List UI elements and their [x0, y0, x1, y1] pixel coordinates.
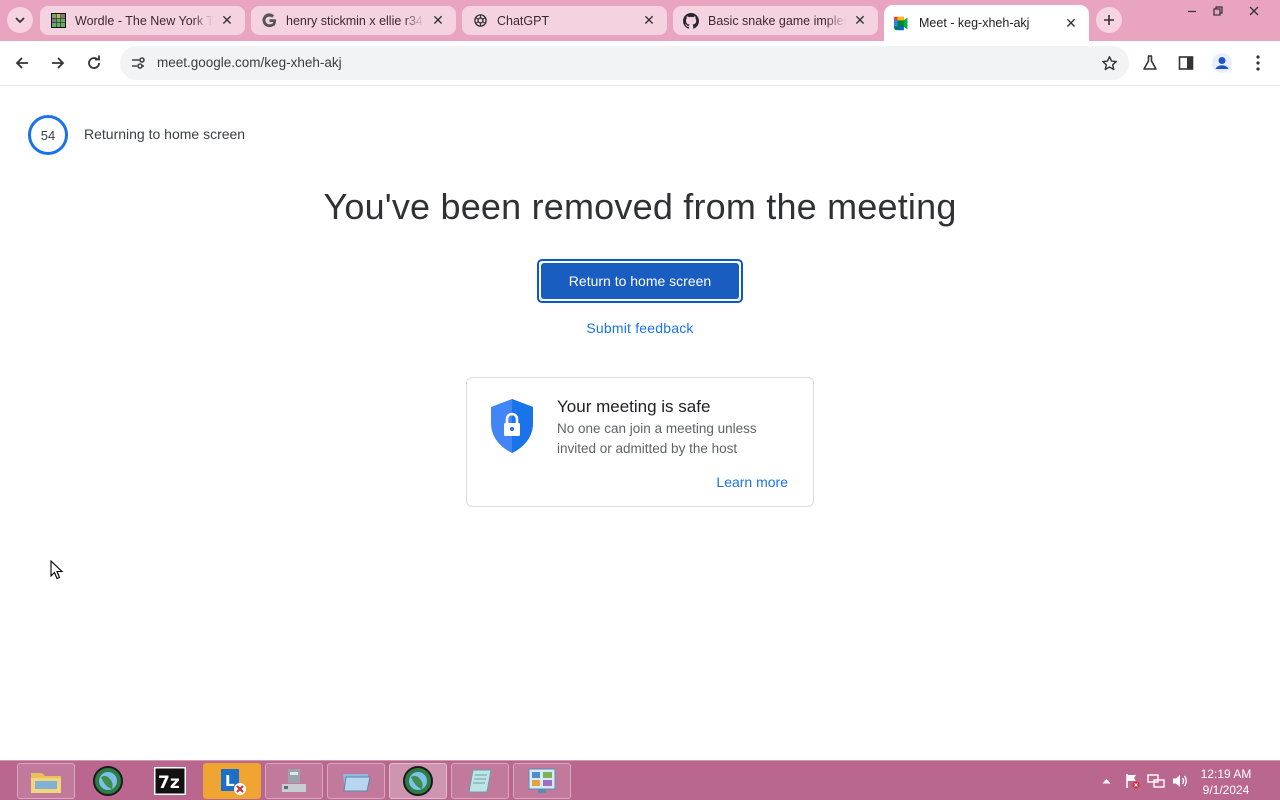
- close-icon[interactable]: ✕: [219, 12, 235, 29]
- more-vert-icon: [1256, 55, 1260, 71]
- plus-icon: [1104, 15, 1114, 25]
- svg-text:7z: 7z: [158, 773, 180, 793]
- reload-button[interactable]: [79, 48, 109, 78]
- 7zip-icon: 7z: [154, 767, 186, 795]
- return-home-button-label[interactable]: Return to home screen: [541, 263, 739, 299]
- return-home-button[interactable]: Return to home screen: [537, 259, 743, 303]
- clock-time: 12:19 AM: [1200, 767, 1252, 781]
- taskbar-folder-app[interactable]: [327, 763, 385, 799]
- tab-strip: Wordle - The New York Times ✕ henry stic…: [0, 0, 1280, 41]
- restore-icon: [1213, 6, 1223, 16]
- close-icon[interactable]: ✕: [852, 12, 868, 29]
- taskbar-7zip[interactable]: 7z: [141, 763, 199, 799]
- network-icon: [1147, 774, 1165, 788]
- volume-tray[interactable]: [1170, 761, 1190, 800]
- taskbar-clock[interactable]: 12:19 AM 9/1/2024: [1196, 766, 1256, 798]
- action-center-tray[interactable]: [1122, 761, 1142, 800]
- openai-icon: [472, 13, 488, 29]
- flag-warning-icon: [1126, 774, 1140, 789]
- google-meet-icon: [894, 15, 910, 31]
- submit-feedback-link[interactable]: Submit feedback: [540, 320, 740, 336]
- taskbar-browser-active[interactable]: [389, 763, 447, 799]
- taskbar-notepad[interactable]: [451, 763, 509, 799]
- google-g-icon: [261, 13, 277, 29]
- arrow-left-icon: [15, 57, 28, 69]
- window-close-button[interactable]: [1236, 0, 1272, 22]
- tab-google-search[interactable]: henry stickmin x ellie r34 - Google Sear…: [251, 6, 456, 35]
- tab-wordle[interactable]: Wordle - The New York Times ✕: [40, 6, 245, 35]
- browser-globe-icon: [93, 766, 123, 796]
- browser-globe-active-icon: [403, 766, 433, 796]
- shield-lock-icon: [491, 399, 533, 453]
- countdown-timer: 54: [27, 114, 69, 156]
- chevron-up-icon: [1102, 779, 1110, 784]
- page-title: You've been removed from the meeting: [323, 186, 957, 227]
- side-panel-icon: [1178, 56, 1194, 70]
- close-icon: [1249, 6, 1259, 16]
- tab-title: ChatGPT: [497, 13, 550, 28]
- taskbar-browser[interactable]: [79, 763, 137, 799]
- url-text[interactable]: meet.google.com/keg-xheh-akj: [157, 55, 342, 70]
- speaker-icon: [1173, 775, 1187, 787]
- taskbar-file-explorer[interactable]: [17, 763, 75, 799]
- notepad-icon: [468, 769, 492, 793]
- tab-title: henry stickmin x ellie r34 - Google Sear…: [286, 13, 424, 28]
- countdown-label: Returning to home screen: [84, 126, 246, 142]
- tab-title: Wordle - The New York Times: [75, 13, 213, 28]
- arrow-right-icon: [52, 57, 65, 69]
- tab-google-meet[interactable]: Meet - keg-xheh-akj ✕: [884, 5, 1089, 41]
- close-icon[interactable]: ✕: [1063, 15, 1079, 31]
- countdown-seconds: 54: [40, 127, 56, 143]
- chevron-down-icon: [15, 17, 25, 24]
- flask-icon: [1143, 55, 1157, 70]
- svg-text:L: L: [225, 772, 235, 790]
- close-icon[interactable]: ✕: [641, 12, 657, 29]
- network-drive-icon: [282, 769, 306, 792]
- profile-avatar-icon: [1212, 53, 1232, 73]
- close-icon[interactable]: ✕: [430, 12, 446, 29]
- labs-button[interactable]: [1135, 48, 1165, 78]
- tab-title: Meet - keg-xheh-akj: [919, 16, 1030, 30]
- show-hidden-icons-button[interactable]: [1098, 761, 1114, 800]
- browser-menu-button[interactable]: [1243, 48, 1273, 78]
- github-icon: [683, 12, 699, 29]
- tab-search-button[interactable]: [7, 7, 33, 33]
- taskbar-control-panel[interactable]: [513, 763, 571, 799]
- mouse-cursor-icon: [50, 560, 64, 580]
- browser-toolbar: meet.google.com/keg-xheh-akj: [0, 41, 1280, 86]
- taskbar-network-drive[interactable]: [265, 763, 323, 799]
- safe-card-description: No one can join a meeting unless invited…: [557, 421, 757, 456]
- side-panel-button[interactable]: [1171, 48, 1201, 78]
- restore-button[interactable]: [1200, 0, 1236, 22]
- clock-date: 9/1/2024: [1202, 783, 1250, 797]
- tab-chatgpt[interactable]: ChatGPT ✕: [462, 6, 667, 35]
- folder-app-icon: [343, 774, 371, 792]
- new-tab-button[interactable]: [1096, 7, 1122, 33]
- taskbar-lync[interactable]: L: [203, 763, 261, 799]
- tab-github[interactable]: Basic snake game implementation ✕: [673, 6, 878, 35]
- file-explorer-icon: [31, 773, 61, 793]
- safe-card-title: Your meeting is safe: [557, 397, 711, 416]
- site-settings-icon[interactable]: [128, 53, 148, 73]
- forward-button[interactable]: [43, 48, 73, 78]
- learn-more-link[interactable]: Learn more: [716, 474, 788, 490]
- meeting-safe-card: Your meeting is safe No one can join a m…: [466, 377, 814, 507]
- windows-taskbar: 7z L 12:19 AM 9/1/2024: [0, 760, 1280, 800]
- reload-icon: [88, 55, 100, 69]
- wordle-grid-icon: [50, 13, 66, 29]
- minimize-icon: [1188, 10, 1196, 13]
- profile-button[interactable]: [1207, 48, 1237, 78]
- back-button[interactable]: [7, 48, 37, 78]
- network-tray[interactable]: [1146, 761, 1166, 800]
- control-panel-icon: [528, 768, 556, 793]
- address-bar[interactable]: meet.google.com/keg-xheh-akj: [120, 46, 1129, 80]
- tab-title: Basic snake game implementation: [708, 13, 846, 28]
- bookmark-star-icon[interactable]: [1098, 52, 1120, 74]
- lync-icon: L: [221, 769, 246, 795]
